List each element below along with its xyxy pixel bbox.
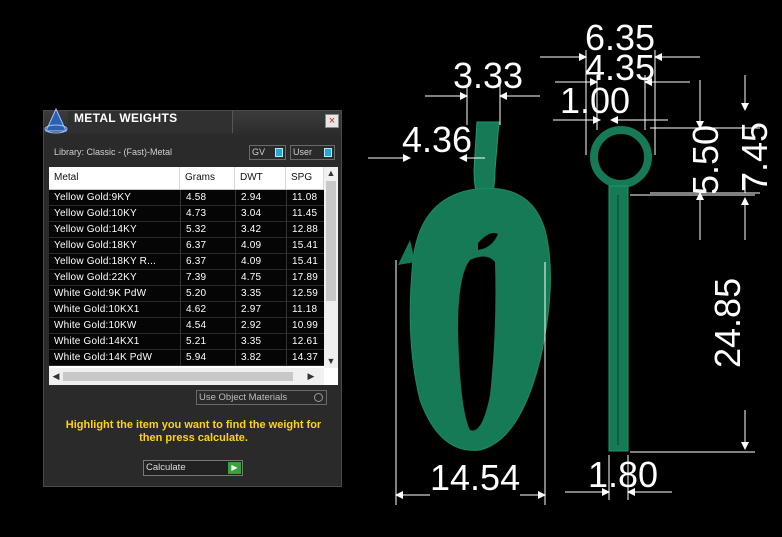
metal-cell: White Gold:14K PdW: [54, 352, 153, 363]
gv-toggle-label: GV: [252, 147, 266, 157]
grams-cell: 6.37: [180, 254, 235, 270]
metal-cell: White Gold:10KX1: [54, 304, 140, 315]
table-row[interactable]: White Gold:10KW 4.54 2.92 10.99: [49, 318, 324, 334]
dimension-14-54: 14.54: [430, 457, 520, 498]
dwt-cell: 3.35: [235, 334, 286, 350]
pendant-front-view: [398, 121, 551, 451]
column-header-dwt[interactable]: DWT: [235, 167, 286, 189]
dimension-4-36: 4.36: [402, 119, 472, 160]
dwt-cell: 4.09: [235, 254, 286, 270]
table-row[interactable]: White Gold:10KX1 4.62 2.97 11.18: [49, 302, 324, 318]
dwt-cell: 4.09: [235, 238, 286, 254]
spg-cell: 14.37: [286, 350, 324, 366]
grams-cell: 4.62: [180, 302, 235, 318]
column-header-spg[interactable]: SPG: [286, 167, 324, 189]
dwt-cell: 3.82: [235, 350, 286, 366]
spg-cell: 12.88: [286, 222, 324, 238]
toggle-switch-icon: [275, 148, 283, 157]
calculate-label: Calculate: [146, 462, 186, 473]
table-header: Metal Grams DWT SPG: [49, 167, 324, 190]
dimension-5-50: 5.50: [685, 125, 726, 195]
metal-cell: Yellow Gold:9KY: [54, 192, 132, 203]
metal-cell: Yellow Gold:22KY: [54, 272, 137, 283]
vertical-scroll-thumb[interactable]: [326, 181, 336, 301]
toggle-switch-icon: [324, 148, 332, 157]
metal-weights-panel: METAL WEIGHTS × Library: Classic - (Fast…: [43, 107, 342, 487]
dwt-cell: 2.92: [235, 318, 286, 334]
grams-cell: 5.32: [180, 222, 235, 238]
calculate-button[interactable]: Calculate ▶: [143, 460, 243, 476]
scroll-left-icon[interactable]: ◀: [49, 371, 63, 382]
metal-cell: Yellow Gold:10KY: [54, 208, 137, 219]
scroll-right-icon[interactable]: ▶: [304, 371, 318, 382]
metal-cell: Yellow Gold:18KY: [54, 240, 137, 251]
dimension-1-80: 1.80: [588, 454, 658, 495]
dimension-3-33: 3.33: [453, 55, 523, 96]
metal-cell: White Gold:10KW: [54, 320, 137, 331]
metal-cell: White Gold:14KX1: [54, 336, 140, 347]
grams-cell: 4.54: [180, 318, 235, 334]
table-row[interactable]: Yellow Gold:10KY 4.73 3.04 11.45: [49, 206, 324, 222]
dimension-24-85: 24.85: [707, 278, 748, 368]
table-body: Yellow Gold:9KY 4.58 2.94 11.08 Yellow Gold:…: [49, 190, 324, 366]
table-row[interactable]: White Gold:14K PdW 5.94 3.82 14.37: [49, 350, 324, 366]
dwt-cell: 3.35: [235, 286, 286, 302]
column-header-metal[interactable]: Metal: [49, 167, 180, 189]
use-object-materials-option[interactable]: Use Object Materials: [196, 390, 327, 405]
spg-cell: 11.18: [286, 302, 324, 318]
spg-cell: 12.59: [286, 286, 324, 302]
spg-cell: 10.99: [286, 318, 324, 334]
play-arrow-icon: ▶: [228, 462, 241, 474]
table-row[interactable]: Yellow Gold:14KY 5.32 3.42 12.88: [49, 222, 324, 238]
metal-cell: Yellow Gold:18KY R...: [54, 256, 157, 267]
table-row[interactable]: White Gold:14KX1 5.21 3.35 12.61: [49, 334, 324, 350]
spg-cell: 11.45: [286, 206, 324, 222]
grams-cell: 5.21: [180, 334, 235, 350]
close-button[interactable]: ×: [325, 114, 339, 128]
horizontal-scroll-thumb[interactable]: [63, 372, 293, 381]
vertical-scrollbar[interactable]: ▲ ▼: [324, 167, 338, 368]
app-logo-icon: [44, 107, 68, 134]
grams-cell: 4.73: [180, 206, 235, 222]
scroll-up-icon[interactable]: ▲: [324, 168, 338, 178]
library-label: Library: Classic - (Fast)-Metal: [54, 147, 173, 157]
dimension-1-00: 1.00: [560, 80, 630, 121]
table-row[interactable]: Yellow Gold:22KY 7.39 4.75 17.89: [49, 270, 324, 286]
table-row[interactable]: Yellow Gold:18KY R... 6.37 4.09 15.41: [49, 254, 324, 270]
spg-cell: 15.41: [286, 238, 324, 254]
table-row[interactable]: Yellow Gold:9KY 4.58 2.94 11.08: [49, 190, 324, 206]
spg-cell: 15.41: [286, 254, 324, 270]
panel-title: METAL WEIGHTS: [74, 111, 178, 125]
dwt-cell: 2.94: [235, 190, 286, 206]
gv-toggle[interactable]: GV: [249, 145, 286, 160]
grams-cell: 5.20: [180, 286, 235, 302]
dwt-cell: 3.42: [235, 222, 286, 238]
dwt-cell: 4.75: [235, 270, 286, 286]
metal-table[interactable]: Metal Grams DWT SPG Yellow Gold:9KY 4.58 2…: [49, 167, 338, 385]
table-row[interactable]: Yellow Gold:18KY 6.37 4.09 15.41: [49, 238, 324, 254]
use-object-materials-label: Use Object Materials: [199, 392, 288, 403]
grams-cell: 4.58: [180, 190, 235, 206]
spg-cell: 12.61: [286, 334, 324, 350]
radio-icon[interactable]: [314, 393, 323, 402]
spg-cell: 17.89: [286, 270, 324, 286]
column-header-grams[interactable]: Grams: [180, 167, 235, 189]
metal-cell: Yellow Gold:14KY: [54, 224, 137, 235]
metal-cell: White Gold:9K PdW: [54, 288, 147, 299]
grams-cell: 5.94: [180, 350, 235, 366]
scroll-down-icon[interactable]: ▼: [324, 356, 338, 366]
panel-header[interactable]: METAL WEIGHTS ×: [44, 107, 341, 135]
instruction-text: Highlight the item you want to find the …: [65, 419, 322, 444]
grams-cell: 6.37: [180, 238, 235, 254]
horizontal-scrollbar[interactable]: ◀ ▶: [49, 368, 324, 385]
dwt-cell: 3.04: [235, 206, 286, 222]
spg-cell: 11.08: [286, 190, 324, 206]
pendant-side-view: [590, 126, 652, 452]
user-toggle[interactable]: User: [290, 145, 335, 160]
dwt-cell: 2.97: [235, 302, 286, 318]
table-row[interactable]: White Gold:9K PdW 5.20 3.35 12.59: [49, 286, 324, 302]
dimension-7-45: 7.45: [734, 122, 775, 192]
grams-cell: 7.39: [180, 270, 235, 286]
user-toggle-label: User: [293, 147, 313, 157]
